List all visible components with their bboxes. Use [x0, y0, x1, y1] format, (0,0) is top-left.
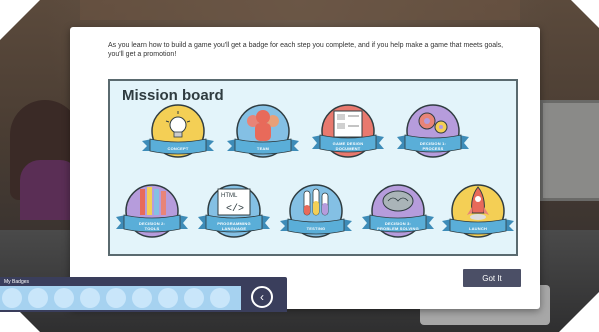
- badge-process[interactable]: DECISION 1: PROCESS: [393, 101, 473, 167]
- badge-label-line2: TOOLS: [144, 226, 160, 231]
- badge-slot: [158, 288, 178, 308]
- badge-label: LAUNCH: [468, 226, 488, 231]
- got-it-button[interactable]: Got It: [463, 269, 521, 287]
- flasks-icon: [303, 188, 329, 216]
- collapse-badges-button[interactable]: ‹: [251, 286, 273, 308]
- badge-label-line2: LANGUAGE: [221, 226, 247, 231]
- badge-game-design-document[interactable]: GAME DESIGN DOCUMENT: [308, 101, 388, 167]
- my-badges-bar: My Badges ‹: [0, 277, 287, 312]
- badge-label-line2: PROCESS: [422, 146, 444, 151]
- mission-board: Mission board CONCEPT TEAM GAME DESIGN D…: [108, 79, 518, 256]
- background-monitor: [540, 100, 599, 201]
- badge-testing[interactable]: TESTING: [276, 181, 356, 247]
- mission-board-modal: As you learn how to build a game you'll …: [70, 27, 540, 309]
- badge-tools[interactable]: DECISION 2: TOOLS: [112, 181, 192, 247]
- badge-slot: [106, 288, 126, 308]
- document-icon: [333, 110, 363, 138]
- code-icon: HTML </>: [217, 188, 251, 216]
- badge-programming-language[interactable]: HTML </> PROGRAMMING LANGUAGE: [194, 181, 274, 247]
- badge-label-line2: PROBLEM SOLVING: [377, 226, 419, 231]
- code-icon-text-top: HTML: [221, 193, 238, 199]
- code-icon-text-bottom: </>: [226, 203, 244, 215]
- chevron-left-icon: ‹: [260, 289, 264, 304]
- badge-slot: [2, 288, 22, 308]
- badge-label: TEAM: [256, 146, 270, 151]
- badge-launch[interactable]: LAUNCH: [438, 181, 518, 247]
- badge-team[interactable]: TEAM: [223, 101, 303, 167]
- badge-slots: [0, 286, 241, 310]
- badge-label: CONCEPT: [167, 146, 189, 151]
- intro-text: As you learn how to build a game you'll …: [108, 42, 504, 58]
- badge-slot: [132, 288, 152, 308]
- badge-concept[interactable]: CONCEPT: [138, 101, 218, 167]
- badge-label-line2: DOCUMENT: [335, 146, 361, 151]
- badge-problem-solving[interactable]: DECISION 3: PROBLEM SOLVING: [358, 181, 438, 247]
- badge-slot: [184, 288, 204, 308]
- badge-slot: [54, 288, 74, 308]
- badge-slot: [28, 288, 48, 308]
- my-badges-title: My Badges: [4, 279, 30, 285]
- badge-slot: [210, 288, 230, 308]
- brain-icon: [382, 190, 414, 212]
- badge-slot: [80, 288, 100, 308]
- badge-label: TESTING: [306, 226, 326, 231]
